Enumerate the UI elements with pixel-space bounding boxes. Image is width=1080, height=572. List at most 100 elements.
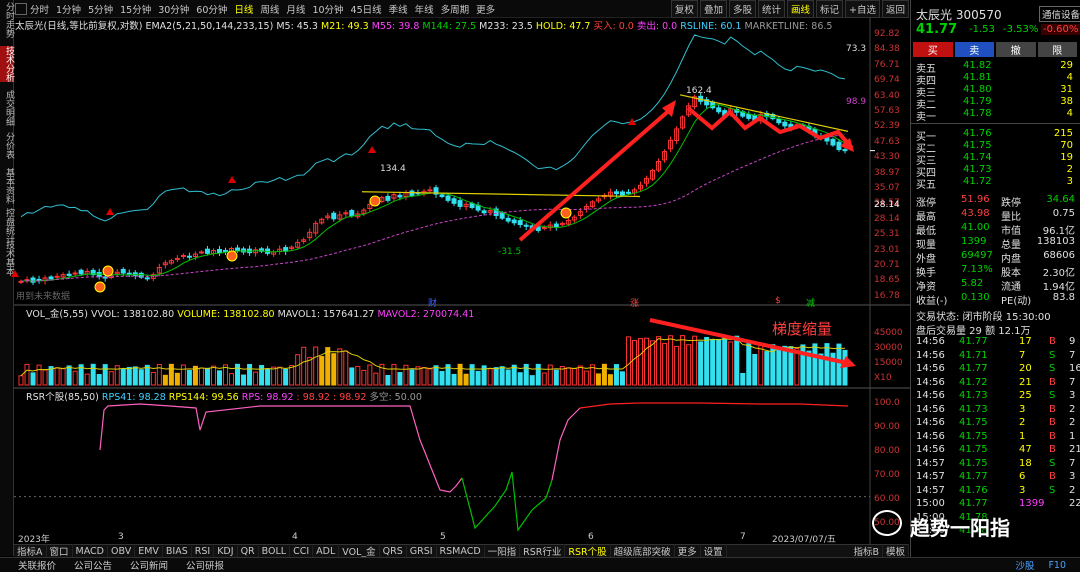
volume-bar (662, 343, 668, 386)
tick-cell: S (1049, 349, 1056, 361)
indicator-tab-7[interactable]: KDJ (214, 545, 238, 557)
volume-bar (30, 372, 36, 386)
ob-vol: 29 (1060, 60, 1073, 71)
stat-cell: 83.8 (1052, 292, 1075, 303)
volume-bar (367, 364, 373, 386)
volume-bar (680, 335, 686, 386)
trade-btn-1[interactable]: 卖 (954, 42, 994, 57)
status-right-0[interactable]: 沙股 (1015, 558, 1034, 572)
indicator-tab-21[interactable]: 设置 (701, 544, 727, 558)
candle-body (830, 138, 836, 146)
rsr-line-green (461, 471, 553, 532)
ob-vol: 3 (1066, 176, 1073, 187)
indicator-tab-13[interactable]: QRS (380, 545, 407, 557)
volume-bar (583, 370, 589, 386)
volume-bar (150, 371, 156, 386)
indicator-tab-14[interactable]: GRSI (407, 545, 437, 557)
tick-cell: B (1049, 376, 1056, 388)
volume-bar (174, 372, 180, 386)
buy-marker (11, 270, 19, 277)
volume-bar (535, 363, 541, 386)
indicator-tab-0[interactable]: 指标A (14, 544, 47, 558)
tick-cell: 14:57 (916, 484, 945, 496)
trade-btn-2[interactable]: 撤 (996, 42, 1036, 57)
tick-cell: 41.77 (959, 363, 988, 374)
tick-cell: 14:56 (916, 363, 945, 374)
volume-bar (595, 373, 601, 386)
event-badge-1: 涨 (630, 299, 640, 309)
indicator-tab-9[interactable]: BOLL (259, 545, 291, 557)
indicator-tab-16[interactable]: 一阳指 (485, 544, 521, 558)
volume-bar (84, 373, 90, 386)
indicator-tab-2[interactable]: MACD (73, 545, 108, 557)
volume-bar (427, 368, 433, 386)
tick-cell: 3 (1069, 390, 1076, 401)
candle-body (427, 189, 433, 192)
indicator-tab-18[interactable]: RSR个股 (565, 544, 611, 558)
candle-body (186, 255, 192, 258)
candle-body (619, 191, 625, 196)
tick-cell: 20 (1019, 363, 1032, 374)
stat-cell: 跌停 (1001, 198, 1021, 209)
stat-cell: 外盘 (916, 254, 936, 265)
tick-cell: 14:56 (916, 376, 945, 388)
volume-bar (409, 369, 415, 386)
trade-btn-3[interactable]: 限 (1037, 42, 1077, 57)
status-right-1[interactable]: F10 (1048, 560, 1066, 571)
indicator-tab-3[interactable]: OBV (108, 545, 136, 557)
volume-bar (686, 344, 692, 386)
volume-bar (776, 348, 782, 386)
volume-bar (637, 338, 644, 386)
status-link-1[interactable]: 公司公告 (74, 558, 112, 572)
candle-body (746, 114, 752, 119)
volume-bar (277, 366, 283, 386)
volume-bar (319, 356, 325, 386)
ob-vol: 4 (1066, 108, 1073, 119)
tick-cell: 3 (1019, 403, 1026, 415)
mavol2-value: MAVOL2: 270074.41 (377, 309, 475, 320)
indicator-tab-6[interactable]: RSI (192, 545, 215, 557)
stat-cell: 现量 (916, 240, 936, 251)
industry-tag[interactable]: 通信设备 (1039, 6, 1080, 22)
indicator-tab-8[interactable]: QR (238, 545, 259, 557)
volume-bar (361, 369, 367, 386)
indicator-tab-5[interactable]: BIAS (163, 545, 192, 557)
indicator-tab-19[interactable]: 超级底部突破 (611, 544, 675, 558)
tick-cell: 14:56 (916, 349, 945, 361)
trade-btn-0[interactable]: 买 (913, 42, 953, 57)
indicator-tab-20[interactable]: 更多 (675, 544, 701, 558)
indicator-tab-12[interactable]: VOL_金 (339, 544, 380, 558)
candle-body (126, 272, 132, 275)
ob-price: 41.79 (963, 96, 992, 107)
status-bar: 关联报价 公司公告 公司新闻 公司研报 沙股 F10 (0, 557, 1080, 572)
indicator-right-1[interactable]: 模板 (883, 544, 909, 558)
indicator-right-0[interactable]: 指标B (850, 544, 883, 558)
status-link-2[interactable]: 公司新闻 (130, 558, 168, 572)
candle-body (180, 254, 186, 257)
tick-cell: 2 (1069, 417, 1076, 428)
volume-bar (198, 367, 204, 386)
price-tick-17: 16.78 (874, 290, 900, 301)
vol-tick-2: 15000 (874, 358, 903, 368)
indicator-tab-11[interactable]: ADL (313, 545, 340, 557)
rps41-value: RPS41: 98.28 (101, 392, 166, 403)
signal-dot (94, 281, 106, 293)
ob-vol: 4 (1066, 72, 1073, 83)
status-link-3[interactable]: 公司研报 (186, 558, 224, 572)
volume-bar (120, 368, 126, 386)
price-tick-9: 38.97 (874, 167, 900, 178)
rsr-line-pink (99, 403, 463, 493)
indicator-tab-4[interactable]: EMV (135, 545, 163, 557)
indicator-tab-1[interactable]: 窗口 (47, 544, 73, 558)
volume-bar (132, 366, 138, 386)
tick-cell: 25 (1019, 390, 1032, 401)
indicator-tab-15[interactable]: RSMACD (437, 545, 485, 557)
indicator-tab-17[interactable]: RSR行业 (520, 544, 566, 558)
volume-bar (505, 369, 511, 386)
volume-bar (577, 365, 583, 386)
status-link-0[interactable]: 关联报价 (18, 558, 56, 572)
x-tick-5: 7 (740, 532, 746, 542)
indicator-tab-10[interactable]: CCI (290, 545, 314, 557)
candle-body (625, 191, 631, 194)
tick-cell: 21 (1019, 376, 1032, 388)
